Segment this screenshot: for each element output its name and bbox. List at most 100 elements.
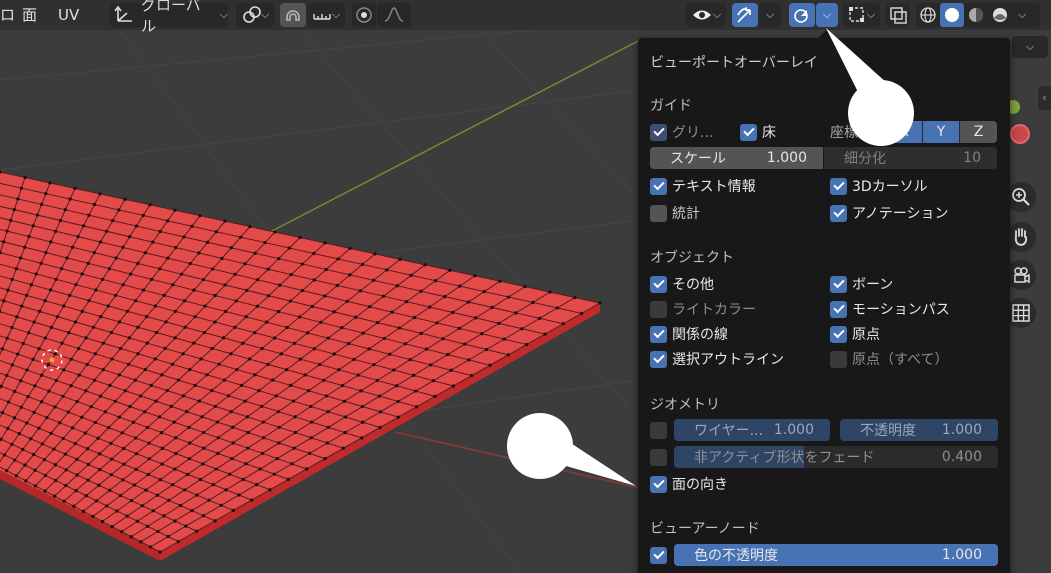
wireframe-opacity-field[interactable]: 不透明度 1.000 [840, 419, 998, 441]
color-opacity-field[interactable]: 色の不透明度 1.000 [674, 544, 998, 566]
fade-inactive-field[interactable]: 非アクティブ形状をフェード 0.400 [674, 446, 998, 468]
text-info-checkbox[interactable]: テキスト情報 [650, 175, 756, 197]
wireframe-checkbox[interactable] [650, 419, 672, 441]
mesh-vertex [292, 341, 297, 345]
mesh-vertex [84, 389, 88, 393]
mesh-vertex [271, 378, 275, 382]
mesh-vertex [398, 257, 402, 261]
ortho-toggle-button[interactable] [1006, 298, 1036, 328]
floor-checkbox[interactable]: 床 [740, 121, 776, 143]
origins-checkbox[interactable]: 原点 [830, 323, 880, 345]
text-info-label: テキスト情報 [672, 179, 756, 195]
mesh-vertex [110, 457, 114, 461]
mesh-vertex [185, 410, 189, 414]
mesh-vertex [17, 432, 21, 436]
mesh-vertex [433, 279, 438, 283]
falloff-dropdown[interactable] [377, 3, 411, 27]
mesh-vertex [372, 363, 376, 367]
mesh-vertex [70, 426, 75, 430]
mesh-vertex [170, 483, 175, 487]
mesh-vertex [354, 315, 358, 319]
outline-selected-checkbox[interactable]: 選択アウトライン [650, 348, 784, 370]
transform-orientation-dropdown[interactable]: グローバル ⌵ [110, 0, 228, 35]
mesh-vertex [65, 256, 69, 260]
mesh-vertex [290, 462, 294, 466]
mesh-vertex [173, 519, 177, 523]
grid-checkbox[interactable]: グリ... [650, 121, 713, 143]
mesh-vertex [202, 446, 206, 450]
viewer-node-checkbox[interactable] [650, 544, 672, 566]
proportional-editing-toggle[interactable] [352, 3, 376, 27]
mesh-vertex [150, 277, 154, 282]
menu-face[interactable]: 面 [22, 0, 37, 30]
mesh-vertex [101, 341, 105, 345]
mesh-vertex [433, 394, 437, 398]
mesh-vertex [21, 341, 25, 346]
chevron-down-icon[interactable]: ⌵ [1018, 8, 1026, 22]
annotations-checkbox[interactable]: アノテーション [830, 202, 948, 224]
overlay-toggle[interactable] [789, 3, 815, 27]
mesh-vertex [356, 373, 360, 377]
editor-dropdown-fragment[interactable]: ⌵ [1012, 36, 1048, 58]
axis-z-toggle[interactable]: Z [960, 121, 997, 143]
zoom-button[interactable] [1006, 182, 1036, 212]
shading-rendered-button[interactable] [988, 3, 1012, 27]
mesh-vertex [158, 550, 162, 554]
mesh-vertex [147, 441, 151, 445]
subdivisions-field[interactable]: 細分化 10 [824, 147, 997, 169]
mesh-vertex [54, 229, 58, 233]
visibility-dropdown[interactable]: ⌵ [686, 3, 726, 27]
pivot-point-dropdown[interactable]: ⌵ [236, 3, 274, 27]
origins-all-checkbox[interactable]: 原点（すべて） [830, 348, 948, 370]
mesh-vertex [247, 357, 252, 361]
overlay-dropdown[interactable]: ⌵ [816, 3, 838, 27]
relationship-lines-checkbox[interactable]: 関係の線 [650, 323, 728, 345]
xray-toggle[interactable] [886, 3, 910, 27]
snap-toggle[interactable] [280, 3, 306, 27]
pan-button[interactable] [1006, 222, 1036, 252]
mesh-vertex [15, 315, 19, 319]
light-colors-checkbox[interactable]: ライトカラー [650, 298, 756, 320]
mesh-vertex [83, 431, 87, 435]
mesh-vertex [309, 436, 313, 440]
mesh-vertex [543, 332, 547, 336]
mesh-vertex [29, 437, 33, 441]
snap-target-dropdown[interactable]: ⌵ [307, 3, 345, 27]
gizmo-dropdown[interactable]: ⌵ [759, 3, 781, 27]
navigation-axis-x-dot[interactable] [1010, 124, 1030, 144]
mesh-vertex [248, 224, 252, 229]
gizmo-toggle[interactable] [732, 3, 758, 27]
camera-view-button[interactable] [1006, 260, 1036, 290]
shading-wireframe-button[interactable] [916, 3, 940, 27]
mesh-vertex [98, 240, 103, 244]
scale-field[interactable]: スケール 1.000 [650, 147, 823, 169]
mesh-vertex [173, 208, 177, 212]
bones-checkbox[interactable]: ボーン [830, 273, 893, 295]
mesh-vertex [323, 457, 327, 461]
mesh-edit-overlay-dropdown[interactable]: ⌵ [842, 3, 880, 27]
3d-cursor-checkbox[interactable]: 3Dカーソル [830, 175, 928, 197]
fade-inactive-checkbox[interactable] [650, 446, 672, 468]
wireframe-threshold-field[interactable]: ワイヤー... 1.000 [674, 419, 830, 441]
motion-paths-checkbox[interactable]: モーションパス [830, 298, 950, 320]
mesh-vertex [24, 293, 29, 298]
mesh-vertex [451, 310, 455, 315]
mesh-vertex [145, 315, 149, 319]
mesh-vertex [37, 347, 41, 351]
face-orientation-checkbox[interactable]: 面の向き [650, 473, 728, 495]
statistics-checkbox[interactable]: 統計 [650, 202, 700, 224]
mesh-vertex [52, 447, 56, 451]
extras-checkbox[interactable]: その他 [650, 273, 714, 295]
wireframe-sphere-icon [920, 7, 936, 23]
mesh-vertex [231, 441, 235, 445]
shading-material-button[interactable] [964, 3, 988, 27]
mesh-vertex [179, 272, 184, 276]
section-geometry-title: ジオメトリ [650, 397, 720, 413]
sidebar-toggle-arrow[interactable]: ‹ [1038, 86, 1051, 110]
shading-solid-button[interactable] [940, 3, 964, 27]
mesh-vertex [2, 299, 6, 303]
mesh-vertex [372, 278, 376, 282]
axis-y-toggle[interactable]: Y [923, 121, 960, 143]
menu-uv[interactable]: UV [58, 0, 79, 30]
menu-left-edge[interactable]: ロ [0, 0, 16, 30]
